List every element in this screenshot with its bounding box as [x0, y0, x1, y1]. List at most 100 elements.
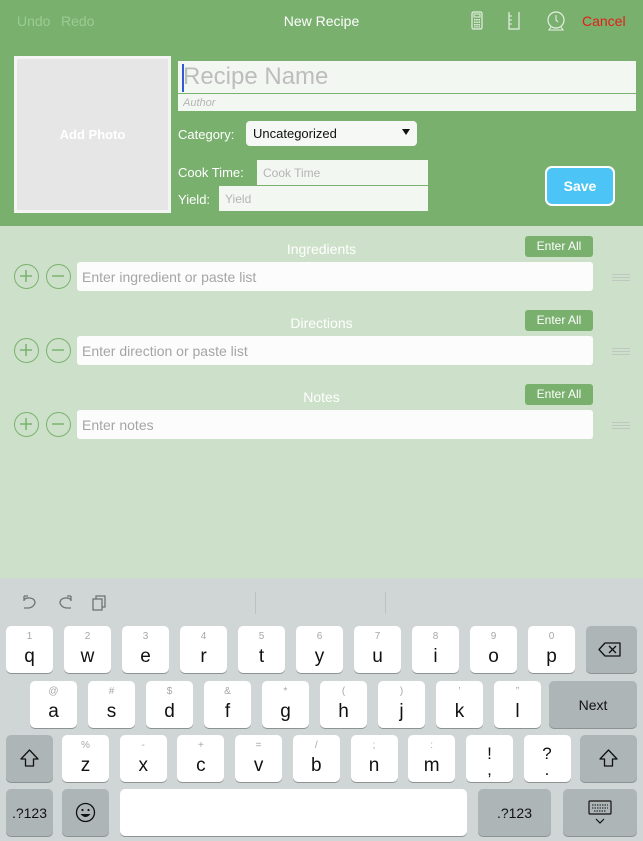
key-f[interactable]: & f — [204, 681, 251, 728]
key-x[interactable]: -x — [119, 735, 167, 782]
key-label: m — [423, 755, 440, 776]
author-input[interactable] — [178, 95, 636, 111]
key-hint: / — [314, 740, 318, 751]
key-q[interactable]: 1q — [6, 626, 53, 673]
redo-icon[interactable] — [55, 592, 75, 612]
text-cursor — [182, 64, 184, 92]
key-label: h — [338, 701, 349, 722]
remove-note-button[interactable] — [46, 412, 71, 437]
add-direction-button[interactable] — [14, 338, 39, 363]
yield-label: Yield: — [178, 192, 211, 207]
space-key[interactable] — [120, 789, 467, 836]
key-t[interactable]: 5t — [238, 626, 285, 673]
add-ingredient-button[interactable] — [14, 264, 39, 289]
key-label-bottom: , — [487, 760, 492, 779]
key-label: v — [253, 755, 264, 776]
key-hint: # — [108, 686, 115, 697]
key-hint: ) — [399, 686, 404, 697]
key-v[interactable]: = v — [235, 735, 283, 782]
numbers-key-right[interactable]: .?123 — [478, 789, 551, 836]
key-j[interactable]: ) j — [378, 681, 425, 728]
key-hint: 8 — [432, 631, 439, 642]
enter-all-directions-button[interactable]: Enter All — [525, 310, 593, 331]
key-label: s — [106, 701, 117, 722]
backspace-key[interactable] — [586, 626, 637, 673]
shift-key-left[interactable] — [6, 735, 53, 782]
key-m[interactable]: :m — [408, 735, 456, 782]
key-label: e — [140, 646, 151, 667]
key-hint: 4 — [200, 631, 207, 642]
direction-input[interactable] — [77, 336, 593, 365]
drag-handle-icon[interactable] — [612, 274, 630, 282]
undo-icon[interactable] — [20, 592, 40, 612]
shift-key-right[interactable] — [580, 735, 637, 782]
key-punctuation[interactable]: ?. — [523, 735, 571, 782]
key-a[interactable]: @ a — [30, 681, 77, 728]
key-c[interactable]: + c — [177, 735, 225, 782]
add-photo-button[interactable]: Add Photo — [14, 56, 171, 213]
enter-all-ingredients-button[interactable]: Enter All — [525, 236, 593, 257]
key-label: n — [368, 755, 380, 776]
key-label: u — [372, 646, 383, 667]
key-b[interactable]: / b — [292, 735, 340, 782]
redo-button[interactable]: Redo — [61, 13, 94, 29]
navigation-bar: Undo Redo New Recipe Cancel — [0, 0, 643, 42]
remove-direction-button[interactable] — [46, 338, 71, 363]
key-n[interactable]: ; n — [350, 735, 398, 782]
key-l[interactable]: ” l — [494, 681, 541, 728]
enter-all-notes-button[interactable]: Enter All — [525, 384, 593, 405]
paste-icon[interactable] — [89, 592, 109, 612]
key-o[interactable]: 9o — [470, 626, 517, 673]
key-hint: ” — [515, 686, 520, 697]
key-k[interactable]: ’ k — [436, 681, 483, 728]
key-hint: 0 — [548, 631, 555, 642]
plus-icon — [20, 418, 32, 430]
undo-button[interactable]: Undo — [17, 13, 50, 29]
numbers-key-left[interactable]: .?123 — [6, 789, 53, 836]
remove-ingredient-button[interactable] — [46, 264, 71, 289]
key-hint: ; — [372, 740, 376, 751]
key-s[interactable]: # s — [88, 681, 135, 728]
yield-input[interactable] — [219, 186, 428, 211]
key-z[interactable]: % z — [62, 735, 109, 782]
ingredient-input[interactable] — [77, 262, 593, 291]
key-hint: 5 — [258, 631, 265, 642]
key-d[interactable]: $ d — [146, 681, 193, 728]
drag-handle-icon[interactable] — [612, 348, 630, 356]
hide-keyboard-key[interactable] — [563, 789, 637, 836]
save-button[interactable]: Save — [545, 166, 615, 206]
key-y[interactable]: 6y — [296, 626, 343, 673]
key-u[interactable]: 7u — [354, 626, 401, 673]
next-key[interactable]: Next — [549, 681, 637, 728]
notes-input[interactable] — [77, 410, 593, 439]
minus-icon — [52, 349, 64, 351]
key-hint: : — [430, 740, 434, 751]
numbers-key-label: .?123 — [11, 804, 48, 821]
key-g[interactable]: * g — [262, 681, 309, 728]
measuring-cup-icon[interactable] — [503, 10, 525, 32]
key-i[interactable]: 8i — [412, 626, 459, 673]
key-label: p — [546, 646, 557, 667]
key-hint: ’ — [458, 686, 461, 697]
key-h[interactable]: (h — [320, 681, 367, 728]
key-hint: 2 — [84, 631, 91, 642]
key-e[interactable]: 3e — [122, 626, 169, 673]
add-note-button[interactable] — [14, 412, 39, 437]
key-label: o — [488, 646, 499, 667]
category-dropdown[interactable]: Uncategorized — [246, 121, 417, 146]
key-w[interactable]: 2w — [64, 626, 111, 673]
key-punctuation[interactable]: !, — [466, 735, 513, 782]
key-r[interactable]: 4r — [180, 626, 227, 673]
drag-handle-icon[interactable] — [612, 422, 630, 430]
keyboard-shortcut-bar — [0, 578, 643, 623]
cook-time-input[interactable] — [257, 160, 428, 185]
key-p[interactable]: 0p — [528, 626, 575, 673]
emoji-key[interactable] — [62, 789, 109, 836]
plus-icon — [20, 270, 32, 282]
cancel-button[interactable]: Cancel — [582, 13, 626, 29]
minus-icon — [52, 275, 64, 277]
key-label: y — [314, 646, 325, 667]
timer-icon[interactable] — [545, 10, 567, 32]
recipe-name-input[interactable] — [178, 61, 636, 94]
calculator-icon[interactable] — [466, 10, 488, 32]
